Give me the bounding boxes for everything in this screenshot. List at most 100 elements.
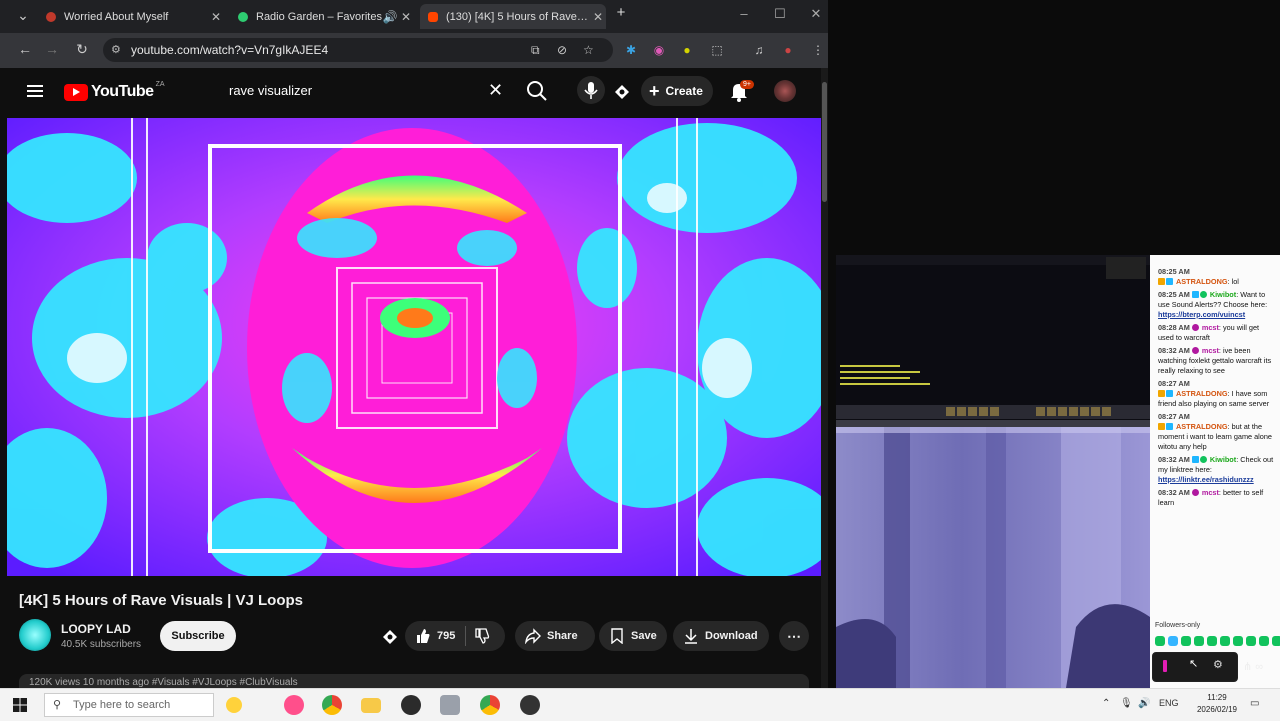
minimize-icon[interactable]: – [734, 6, 754, 21]
scrollbar-thumb[interactable] [822, 82, 827, 202]
language-indicator[interactable]: ENG [1159, 698, 1179, 708]
chat-username[interactable]: mcst [1202, 323, 1219, 332]
emote-icon[interactable] [1155, 636, 1165, 646]
show-hidden-icons[interactable]: ⌃ [1102, 698, 1110, 709]
windows-start-icon[interactable] [13, 698, 27, 712]
address-bar[interactable]: ⚙ youtube.com/watch?v=Vn7gIkAJEE4 ⧉ ⊘ ☆ [103, 38, 613, 62]
chat-timestamp: 08:32 AM [1158, 488, 1190, 497]
download-button[interactable]: Download [673, 621, 769, 651]
emote-icon[interactable] [1181, 636, 1191, 646]
save-button[interactable]: Save [599, 621, 667, 651]
chat-link[interactable]: https://bterp.com/vuincst [1158, 310, 1245, 319]
create-label: Create [665, 84, 703, 98]
viewer-badge-icon [1191, 489, 1199, 496]
emote-icon[interactable] [1259, 636, 1269, 646]
thumbs-down-icon [475, 628, 490, 644]
emote-icon[interactable] [1168, 636, 1178, 646]
maximize-icon[interactable]: ☐ [770, 6, 790, 22]
microphone-icon[interactable] [577, 76, 605, 104]
hamburger-menu-icon[interactable] [27, 84, 43, 98]
chat-input[interactable]: ↖ ⚙ [1152, 652, 1238, 682]
star-icon[interactable]: ☆ [583, 38, 594, 62]
emote-icon[interactable] [1207, 636, 1217, 646]
share-button[interactable]: Share [515, 621, 595, 651]
taskbar-app-icon[interactable] [440, 695, 460, 715]
chrome-icon[interactable] [322, 695, 342, 715]
ai-assistant-icon[interactable] [612, 82, 632, 102]
emote-icon[interactable] [1233, 636, 1243, 646]
taskbar-search[interactable]: ⚲ Type here to search [44, 693, 214, 717]
clear-search-icon[interactable]: ✕ [488, 81, 503, 99]
extension-icon[interactable]: ◉ [651, 42, 667, 58]
subscribe-button[interactable]: Subscribe [160, 621, 236, 651]
search-icon[interactable] [524, 78, 550, 104]
chat-username[interactable]: Kiwibot [1210, 455, 1236, 464]
account-avatar[interactable] [774, 80, 796, 102]
chrome-profile-icon[interactable] [480, 695, 500, 715]
youtube-logo[interactable]: YouTube ZA [64, 81, 165, 101]
chat-timestamp: 08:25 AM [1158, 290, 1190, 299]
window-close-icon[interactable]: ✕ [806, 6, 826, 22]
emote-icon[interactable] [1246, 636, 1256, 646]
puzzle-icon[interactable]: ⬚ [709, 42, 725, 58]
tab-worried-about-myself[interactable]: Worried About Myself ✕ [38, 4, 224, 29]
tab-rave-visuals[interactable]: (130) [4K] 5 Hours of Rave Vis ✕ [420, 4, 606, 29]
tab-title: (130) [4K] 5 Hours of Rave Vis [446, 10, 590, 23]
site-info-icon[interactable]: ⚙ [111, 38, 121, 62]
profile-icon[interactable]: ● [780, 42, 796, 58]
taskbar-app-icon[interactable] [284, 695, 304, 715]
like-count: 795 [437, 630, 456, 642]
lightning-icon [1163, 660, 1167, 672]
chat-username[interactable]: ASTRALDONG [1176, 422, 1227, 431]
extension-icon[interactable]: ● [679, 42, 695, 58]
share-icon [525, 628, 541, 644]
chat-username[interactable]: ASTRALDONG [1176, 277, 1227, 286]
chat-link[interactable]: https://linktr.ee/rashidunzzz [1158, 475, 1254, 484]
tab-radio-garden[interactable]: Radio Garden – Favorites 🔊 ✕ [230, 4, 414, 29]
close-icon[interactable]: ✕ [208, 10, 224, 24]
close-icon[interactable]: ✕ [590, 10, 606, 24]
taskbar-app-icon[interactable] [520, 695, 540, 715]
volume-icon[interactable]: 🔊 [1138, 698, 1150, 709]
taskbar-widgets-icon[interactable] [226, 697, 242, 713]
toolbar: ← → ↻ ⚙ youtube.com/watch?v=Vn7gIkAJEE4 … [0, 33, 828, 68]
install-icon[interactable]: ⧉ [531, 38, 540, 62]
file-explorer-icon[interactable] [361, 698, 381, 713]
chat-username[interactable]: ASTRALDONG [1176, 389, 1227, 398]
tab-title: Radio Garden – Favorites [256, 10, 382, 23]
new-tab-icon[interactable]: + [611, 4, 631, 21]
tab-search-icon[interactable]: ⌄ [14, 7, 32, 24]
channel-name[interactable]: LOOPY LAD [61, 622, 131, 636]
media-icon[interactable]: ♫ [751, 42, 767, 58]
microphone-tray-icon[interactable]: 🎙 [1120, 698, 1133, 709]
chat-username[interactable]: Kiwibot [1210, 290, 1236, 299]
close-icon[interactable]: ✕ [398, 10, 414, 24]
dislike-button[interactable] [470, 628, 496, 644]
audio-icon[interactable]: 🔊 [382, 10, 398, 24]
obs-icon[interactable] [401, 695, 421, 715]
notifications-icon[interactable]: ▭ [1250, 698, 1259, 709]
search-input[interactable]: rave visualizer [214, 76, 518, 106]
emote-icon[interactable] [1272, 636, 1280, 646]
menu-icon[interactable]: ⋮ [810, 42, 826, 58]
ai-summary-icon[interactable] [380, 627, 400, 647]
system-clock[interactable]: 11:29 2026/02/19 [1196, 692, 1238, 716]
chat-username[interactable]: mcst [1202, 346, 1219, 355]
chat-username[interactable]: mcst [1202, 488, 1219, 497]
create-button[interactable]: + Create [641, 76, 713, 106]
translate-extension-icon[interactable]: ✱ [623, 42, 639, 58]
chat-message: 08:32 AM Kiwibot: Check out my linktree … [1158, 455, 1274, 484]
description-preview[interactable]: 120K views 10 months ago #Visuals #VJLoo… [19, 674, 809, 688]
emote-icon[interactable] [1220, 636, 1230, 646]
forward-icon[interactable]: → [43, 41, 61, 57]
like-button[interactable]: 795 [405, 628, 455, 644]
settings-icon[interactable]: ⚙ [1213, 658, 1223, 671]
reload-icon[interactable]: ↻ [73, 41, 91, 58]
more-actions-button[interactable]: ⋯ [779, 621, 809, 651]
chat-options-icon[interactable]: ⋔ ∞ [1243, 660, 1263, 673]
eye-off-icon[interactable]: ⊘ [557, 38, 567, 62]
emote-icon[interactable] [1194, 636, 1204, 646]
channel-avatar[interactable] [19, 619, 51, 651]
back-icon[interactable]: ← [16, 41, 34, 57]
video-player[interactable] [7, 118, 822, 576]
